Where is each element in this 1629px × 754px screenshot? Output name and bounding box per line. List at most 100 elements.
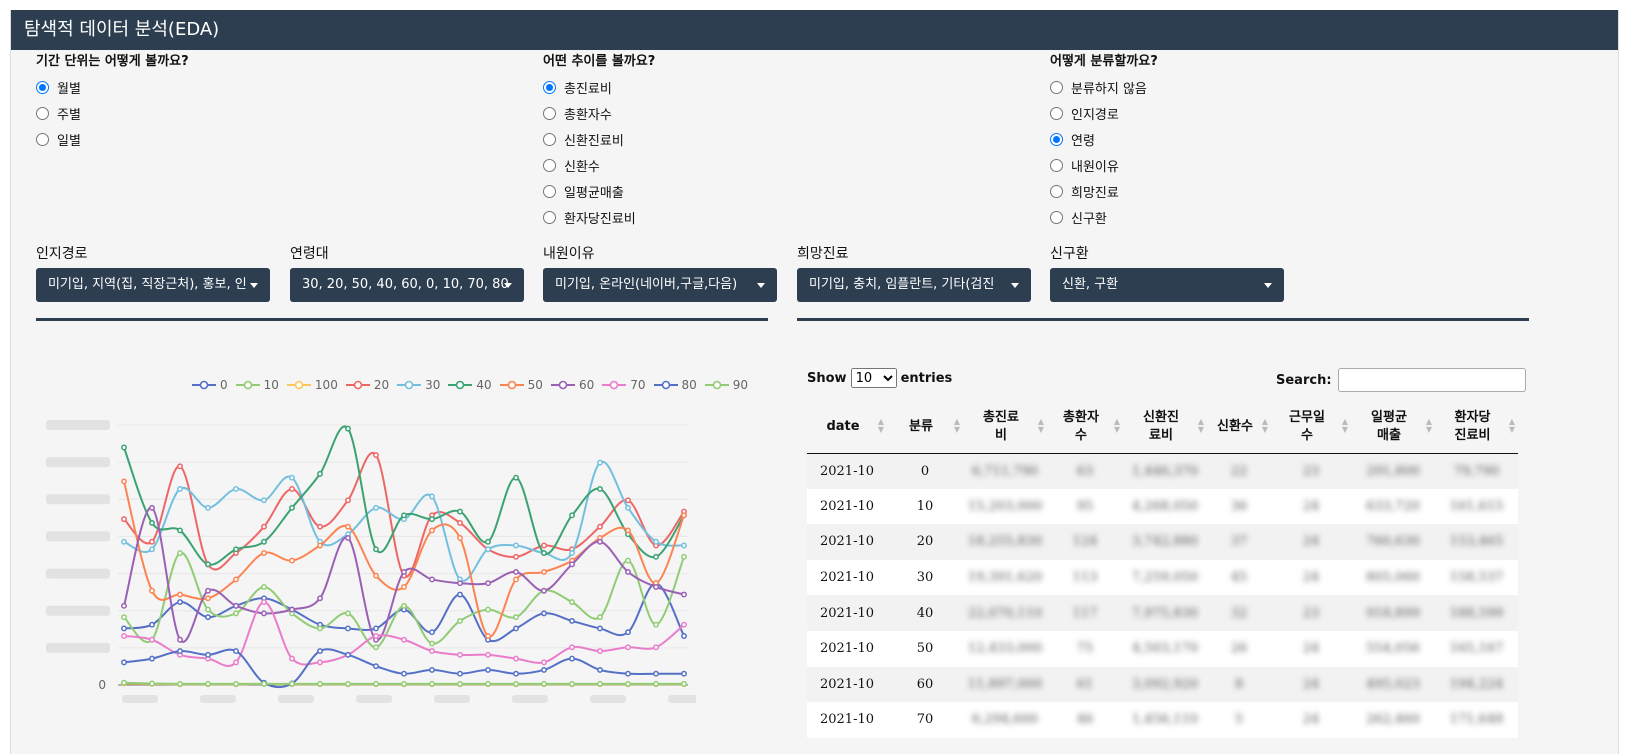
column-header[interactable]: 총환자 수 ▲ ▼ [1047,402,1123,454]
data-point[interactable] [317,470,323,477]
data-point[interactable] [205,614,211,621]
data-point[interactable] [485,546,491,553]
data-point[interactable] [345,651,351,658]
data-point[interactable] [261,538,267,545]
legend-item[interactable]: 30 [397,378,440,392]
data-point[interactable] [681,591,687,598]
radio-icon[interactable] [36,80,49,94]
data-point[interactable] [177,599,183,606]
group-option-new-old[interactable]: 신구환 [1050,204,1158,230]
data-point[interactable] [317,523,323,530]
data-point[interactable] [457,680,463,687]
radio-icon[interactable] [36,132,49,146]
data-point[interactable] [653,538,659,545]
data-point[interactable] [625,629,631,636]
data-point[interactable] [485,580,491,587]
data-point[interactable] [401,568,407,575]
data-point[interactable] [121,538,127,545]
data-point[interactable] [317,680,323,687]
data-point[interactable] [625,504,631,511]
radio-icon[interactable] [1050,158,1063,172]
radio-icon[interactable] [543,132,556,146]
data-point[interactable] [597,486,603,492]
data-point[interactable] [653,584,659,590]
data-point[interactable] [149,538,155,545]
column-header[interactable]: 총진료 비 ▲ ▼ [963,402,1047,454]
data-point[interactable] [205,587,211,594]
data-point[interactable] [485,633,491,639]
data-point[interactable] [625,670,631,677]
data-point[interactable] [597,648,603,655]
data-point[interactable] [513,670,519,677]
data-point[interactable] [177,486,183,492]
chart-legend[interactable]: 0 10 100 20 30 40 50 60 70 80 90 [192,378,756,392]
data-point[interactable] [289,504,295,511]
data-point[interactable] [597,666,603,673]
data-point[interactable] [541,542,547,549]
data-point[interactable] [681,670,687,677]
data-point[interactable] [625,557,631,564]
data-point[interactable] [569,617,575,624]
data-point[interactable] [261,599,267,606]
data-point[interactable] [541,610,547,617]
data-point[interactable] [653,553,659,560]
data-point[interactable] [233,576,239,583]
data-point[interactable] [289,557,295,564]
data-point[interactable] [373,680,379,687]
data-point[interactable] [513,576,519,583]
data-point[interactable] [289,655,295,662]
data-point[interactable] [373,644,379,651]
data-point[interactable] [121,625,127,632]
data-point[interactable] [177,648,183,655]
line-chart[interactable]: 0 [36,405,696,705]
radio-icon[interactable] [1050,210,1063,224]
radio-icon[interactable] [543,106,556,120]
data-point[interactable] [513,680,519,687]
data-point[interactable] [597,538,603,545]
data-point[interactable] [569,680,575,687]
page-size-select[interactable]: 10 [850,368,897,388]
data-point[interactable] [177,550,183,557]
data-point[interactable] [541,666,547,673]
data-point[interactable] [177,636,183,643]
data-point[interactable] [345,497,351,504]
data-point[interactable] [485,666,491,673]
data-point[interactable] [401,680,407,687]
data-point[interactable] [121,444,127,451]
data-point[interactable] [289,680,295,687]
data-point[interactable] [401,602,407,609]
filter-age-dropdown[interactable]: 30, 20, 50, 40, 60, 0, 10, 70, 80 [290,268,524,302]
data-point[interactable] [261,497,267,504]
period-option-monthly[interactable]: 월별 [36,74,189,100]
data-point[interactable] [261,610,267,617]
group-option-channel[interactable]: 인지경로 [1050,100,1158,126]
data-point[interactable] [513,542,519,549]
group-option-desired-care[interactable]: 희망진료 [1050,178,1158,204]
data-point[interactable] [205,651,211,658]
radio-icon[interactable] [1050,80,1063,94]
search-input[interactable] [1337,368,1526,392]
column-header[interactable]: 분류 ▲ ▼ [887,402,963,454]
legend-item[interactable]: 70 [602,378,646,392]
data-point[interactable] [233,486,239,492]
data-point[interactable] [429,648,435,655]
data-point[interactable] [261,550,267,557]
data-point[interactable] [261,584,267,590]
data-point[interactable] [149,546,155,553]
legend-item[interactable]: 40 [448,378,492,392]
data-point[interactable] [625,497,631,504]
data-point[interactable] [429,576,435,583]
column-header[interactable]: date ▲ ▼ [807,402,887,454]
data-point[interactable] [345,523,351,530]
data-point[interactable] [121,478,127,485]
data-point[interactable] [205,561,211,568]
data-point[interactable] [149,519,155,526]
data-point[interactable] [485,538,491,545]
data-point[interactable] [625,680,631,687]
data-point[interactable] [233,648,239,655]
data-point[interactable] [569,655,575,662]
data-point[interactable] [597,625,603,632]
data-point[interactable] [373,572,379,579]
data-point[interactable] [205,606,211,613]
data-point[interactable] [289,474,295,481]
